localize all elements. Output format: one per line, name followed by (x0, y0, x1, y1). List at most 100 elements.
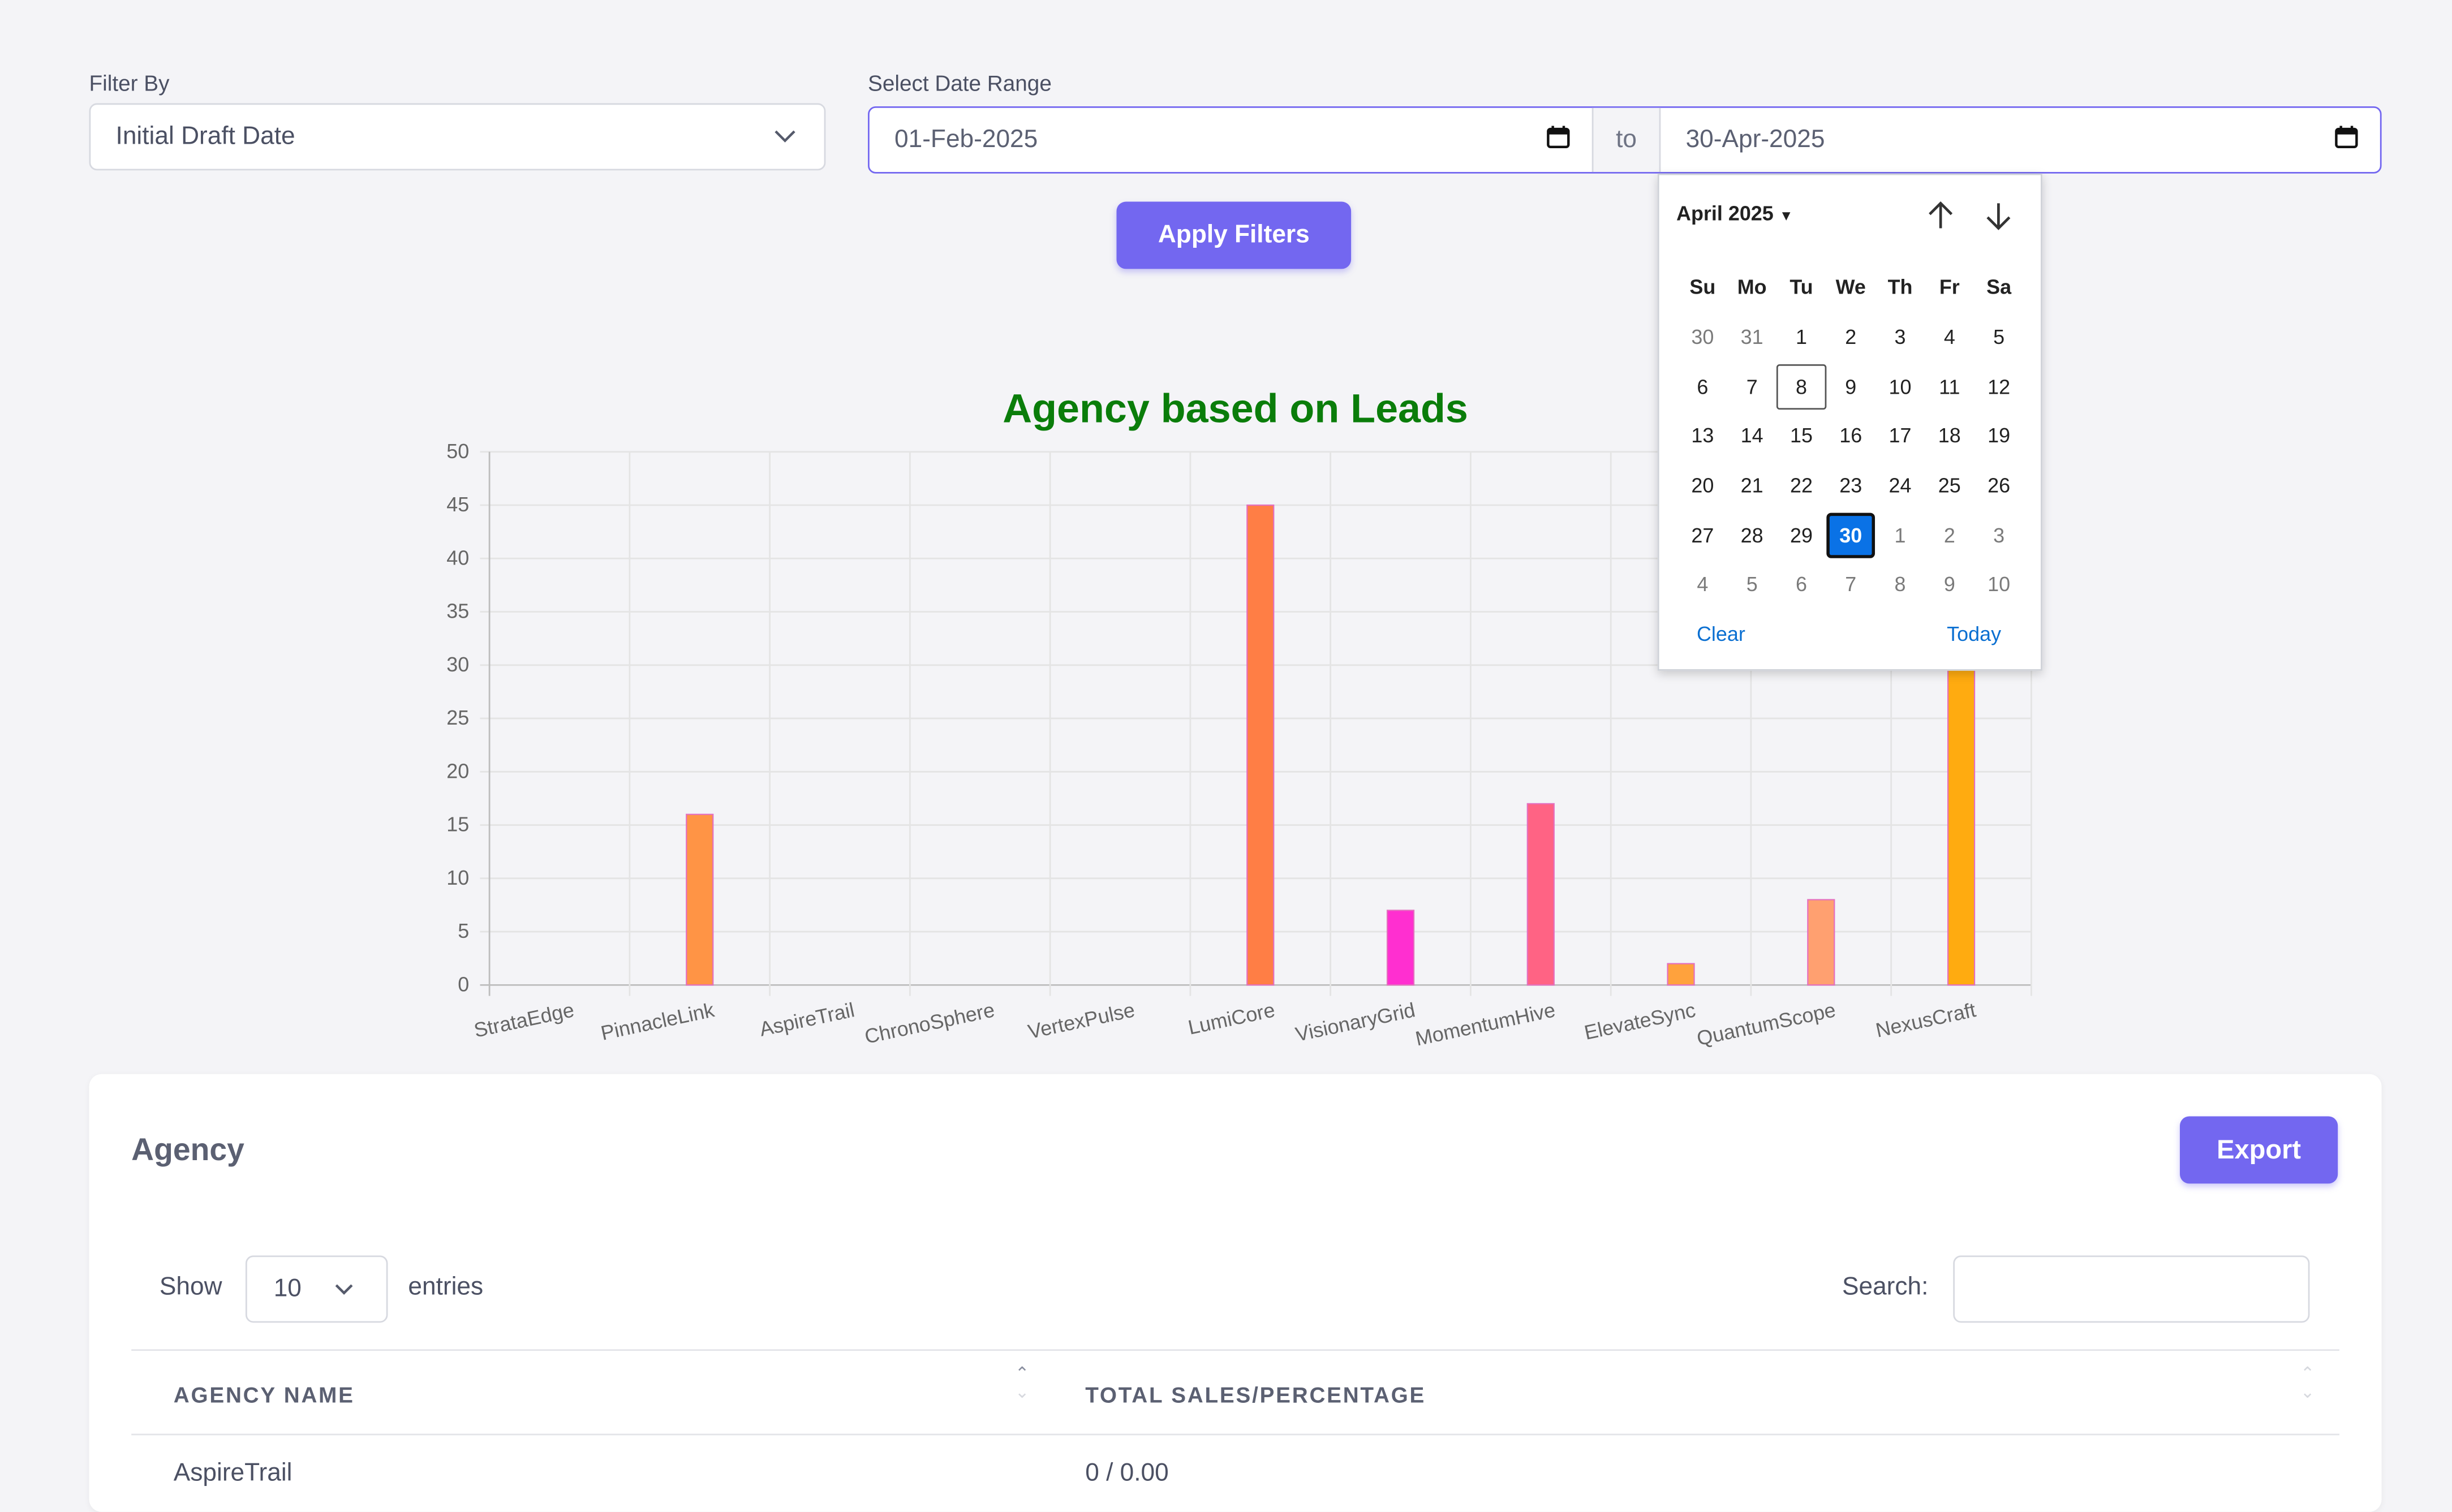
calendar-day[interactable]: 10 (1875, 364, 1925, 409)
filter-select[interactable]: Initial Draft Date (89, 103, 826, 171)
previous-month-arrow-icon[interactable] (1924, 199, 1958, 238)
calendar-day-outside-month[interactable]: 4 (1678, 562, 1727, 608)
date-range-label: Select Date Range (868, 70, 1052, 96)
x-tick-label: MomentumHive (1413, 998, 1558, 1050)
calendar-day[interactable]: 9 (1826, 364, 1875, 409)
y-tick-label: 30 (446, 653, 469, 676)
calendar-day[interactable]: 3 (1875, 315, 1925, 360)
calendar-day[interactable]: 23 (1826, 463, 1875, 508)
bar-nexuscraft[interactable] (1947, 664, 1976, 986)
calendar-day-outside-month[interactable]: 1 (1875, 512, 1925, 558)
x-tick-label: AspireTrail (758, 998, 857, 1041)
date-from-input[interactable]: 01-Feb-2025 (870, 108, 1592, 172)
table-header-top-divider (131, 1349, 2339, 1351)
column-header-agency-name[interactable]: AGENCY NAME (174, 1382, 355, 1407)
calendar-icon[interactable] (2335, 124, 2358, 156)
calendar-day[interactable]: 6 (1678, 364, 1727, 409)
calendar-day[interactable]: 18 (1925, 413, 1974, 459)
calendar-day-outside-month[interactable]: 9 (1925, 562, 1974, 608)
calendar-day[interactable]: 28 (1727, 512, 1776, 558)
calendar-day[interactable]: 12 (1974, 364, 2023, 409)
bar-lumicore[interactable] (1246, 504, 1275, 986)
entries-label: entries (408, 1274, 484, 1301)
calendar-day[interactable]: 27 (1678, 512, 1727, 558)
bar-visionarygrid[interactable] (1386, 910, 1415, 986)
calendar-day[interactable]: 17 (1875, 413, 1925, 459)
card-title: Agency (131, 1133, 244, 1168)
weekday-header: Mo (1737, 275, 1767, 299)
clear-date-link[interactable]: Clear (1697, 622, 1745, 645)
chart-title: Agency based on Leads (1003, 386, 1468, 431)
agency-card: Agency Export Show 10 entries Search: AG… (89, 1074, 2382, 1512)
calendar-week-row: 4 5 6 7 8 9 10 (1678, 560, 2024, 610)
calendar-day[interactable]: 8 (1776, 364, 1826, 410)
calendar-day[interactable]: 26 (1974, 463, 2023, 508)
caret-down-icon: ▼ (1779, 208, 1793, 224)
search-input[interactable] (1953, 1255, 2310, 1323)
calendar-day-outside-month[interactable]: 31 (1727, 315, 1776, 360)
weekday-header: Th (1887, 275, 1913, 299)
entries-value: 10 (273, 1275, 302, 1302)
x-tick-label: VertexPulse (1026, 998, 1137, 1043)
bar-elevatesync[interactable] (1667, 963, 1695, 986)
calendar-day[interactable]: 2 (1826, 315, 1875, 360)
calendar-day[interactable]: 11 (1925, 364, 1974, 409)
x-tick-label: NexusCraft (1874, 998, 1978, 1041)
y-tick-label: 35 (446, 600, 469, 623)
calendar-day-outside-month[interactable]: 10 (1974, 562, 2023, 608)
filter-selected-value: Initial Draft Date (115, 122, 295, 149)
calendar-day-outside-month[interactable]: 8 (1875, 562, 1925, 608)
today-link[interactable]: Today (1947, 622, 2001, 645)
weekday-header: Tu (1789, 275, 1813, 299)
calendar-day-outside-month[interactable]: 7 (1826, 562, 1875, 608)
calendar-day[interactable]: 15 (1776, 413, 1826, 459)
calendar-day[interactable]: 16 (1826, 413, 1875, 459)
calendar-day[interactable]: 20 (1678, 463, 1727, 508)
sort-icon[interactable]: ⌃ ⌄ (1015, 1365, 1029, 1402)
calendar-day[interactable]: 5 (1974, 315, 2023, 360)
calendar-day[interactable]: 21 (1727, 463, 1776, 508)
x-tick-label: VisionaryGrid (1293, 998, 1417, 1046)
calendar-day[interactable]: 13 (1678, 413, 1727, 459)
calendar-day[interactable]: 29 (1776, 512, 1826, 558)
calendar-day-outside-month[interactable]: 3 (1974, 512, 2023, 558)
chevron-down-icon (774, 123, 796, 151)
export-button[interactable]: Export (2180, 1116, 2338, 1184)
calendar-day[interactable]: 4 (1925, 315, 1974, 360)
apply-filters-button[interactable]: Apply Filters (1116, 201, 1352, 269)
y-tick-label: 0 (458, 972, 469, 996)
month-year-selector[interactable]: April 2025 ▼ (1676, 202, 1793, 225)
weekday-header-row: Su Mo Tu We Th Fr Sa (1678, 262, 2024, 312)
weekday-header: Sa (1986, 275, 2012, 299)
calendar-day[interactable]: 25 (1925, 463, 1974, 508)
x-tick-label: ChronoSphere (863, 998, 997, 1048)
calendar-week-row: 6 7 8 9 10 11 12 (1678, 362, 2024, 412)
calendar-day[interactable]: 1 (1776, 315, 1826, 360)
date-separator: to (1591, 107, 1661, 173)
show-label: Show (159, 1274, 222, 1301)
sort-icon[interactable]: ⌃ ⌄ (2300, 1365, 2315, 1402)
bar-quantumscope[interactable] (1807, 899, 1835, 986)
y-tick-label: 10 (446, 866, 469, 889)
calendar-day-outside-month[interactable]: 30 (1678, 315, 1727, 360)
calendar-icon[interactable] (1547, 124, 1570, 156)
calendar-day-selected[interactable]: 30 (1826, 512, 1875, 558)
calendar-day-outside-month[interactable]: 2 (1925, 512, 1974, 558)
calendar-day[interactable]: 19 (1974, 413, 2023, 459)
bar-pinnaclelink[interactable] (686, 813, 714, 986)
calendar-day-outside-month[interactable]: 5 (1727, 562, 1776, 608)
x-tick-label: ElevateSync (1582, 998, 1698, 1044)
table-row: AspireTrail 0 / 0.00 (131, 1435, 2339, 1498)
calendar-week-row: 27 28 29 30 1 2 3 (1678, 510, 2024, 560)
column-header-total-sales[interactable]: TOTAL SALES/PERCENTAGE (1085, 1382, 1426, 1407)
bar-momentumhive[interactable] (1526, 803, 1555, 986)
next-month-arrow-icon[interactable] (1981, 199, 2016, 238)
calendar-day-outside-month[interactable]: 6 (1776, 562, 1826, 608)
calendar-day[interactable]: 14 (1727, 413, 1776, 459)
chevron-down-icon (334, 1275, 353, 1303)
calendar-day[interactable]: 24 (1875, 463, 1925, 508)
calendar-day[interactable]: 22 (1776, 463, 1826, 508)
calendar-day[interactable]: 7 (1727, 364, 1776, 409)
date-to-input[interactable]: 30-Apr-2025 (1661, 108, 2380, 172)
entries-select[interactable]: 10 (245, 1255, 388, 1323)
